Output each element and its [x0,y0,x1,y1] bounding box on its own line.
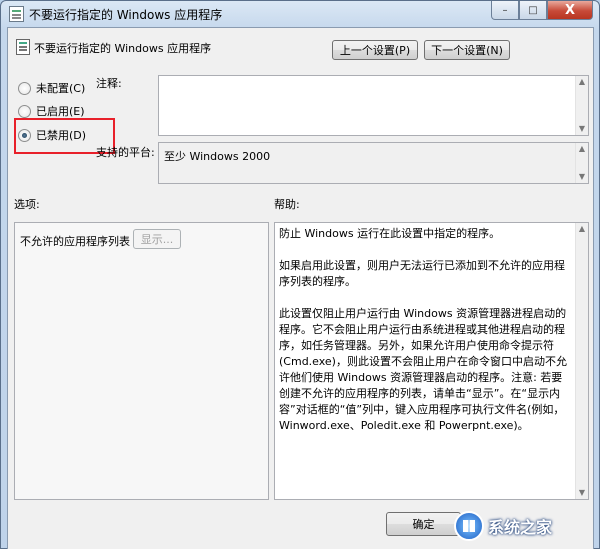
maximize-icon: □ [528,4,538,16]
scroll-up-icon[interactable]: ▲ [578,225,586,233]
radio-enabled[interactable]: 已启用(E) [18,103,85,119]
scroll-down-icon[interactable]: ▼ [578,173,586,181]
caption-buttons: – □ X [491,1,593,20]
platform-label: 支持的平台: [96,146,155,159]
minimize-button[interactable]: – [491,1,519,20]
radio-enabled-label: 已启用(E) [36,105,85,118]
minimize-icon: – [502,4,508,16]
watermark-text: 系统之家 [488,518,553,537]
next-setting-button[interactable]: 下一个设置(N) [424,40,510,60]
help-label: 帮助: [274,198,300,211]
disallowed-apps-label: 不允许的应用程序列表 [20,235,130,248]
scroll-up-icon[interactable]: ▲ [578,78,586,86]
scroll-down-icon[interactable]: ▼ [578,125,586,133]
policy-icon [9,6,24,22]
comment-textarea[interactable]: ▲ ▼ [158,75,589,136]
radio-not-configured-circle[interactable] [18,81,31,95]
previous-setting-button[interactable]: 上一个设置(P) [332,40,418,60]
close-button[interactable]: X [547,1,593,20]
scroll-down-icon[interactable]: ▼ [578,489,586,497]
show-button[interactable]: 显示... [133,229,181,249]
ok-button[interactable]: 确定 [386,512,461,536]
maximize-button[interactable]: □ [519,1,547,20]
policy-dialog-window: 不要运行指定的 Windows 应用程序 – □ X 不要运行指定的 Windo… [0,0,600,549]
setting-icon [16,39,30,55]
window-title: 不要运行指定的 Windows 应用程序 [29,8,223,22]
close-icon: X [564,2,576,18]
comment-scrollbar[interactable]: ▲ ▼ [575,76,588,135]
help-scrollbar[interactable]: ▲ ▼ [575,223,588,499]
policy-heading: 不要运行指定的 Windows 应用程序 [34,42,212,55]
help-text: 防止 Windows 运行在此设置中指定的程序。 如果启用此设置，则用户无法运行… [279,227,567,432]
options-label: 选项: [14,198,40,211]
platform-scrollbar[interactable]: ▲ ▼ [575,143,588,183]
platform-value: 至少 Windows 2000 [164,150,271,163]
scroll-up-icon[interactable]: ▲ [578,145,586,153]
options-panel: 不允许的应用程序列表 显示... [14,222,269,500]
radio-not-configured[interactable]: 未配置(C) [18,80,85,96]
help-panel: 防止 Windows 运行在此设置中指定的程序。 如果启用此设置，则用户无法运行… [274,222,589,500]
comment-label: 注释: [96,77,122,90]
site-watermark: 系统之家 [454,507,552,545]
title-bar[interactable]: 不要运行指定的 Windows 应用程序 – □ X [1,1,599,27]
platform-field: 至少 Windows 2000 ▲ ▼ [158,142,589,184]
radio-enabled-circle[interactable] [18,104,31,118]
watermark-logo-icon [454,511,484,541]
radio-not-configured-label: 未配置(C) [36,82,86,95]
dialog-client-area: 不要运行指定的 Windows 应用程序 上一个设置(P) 下一个设置(N) 未… [7,27,594,549]
